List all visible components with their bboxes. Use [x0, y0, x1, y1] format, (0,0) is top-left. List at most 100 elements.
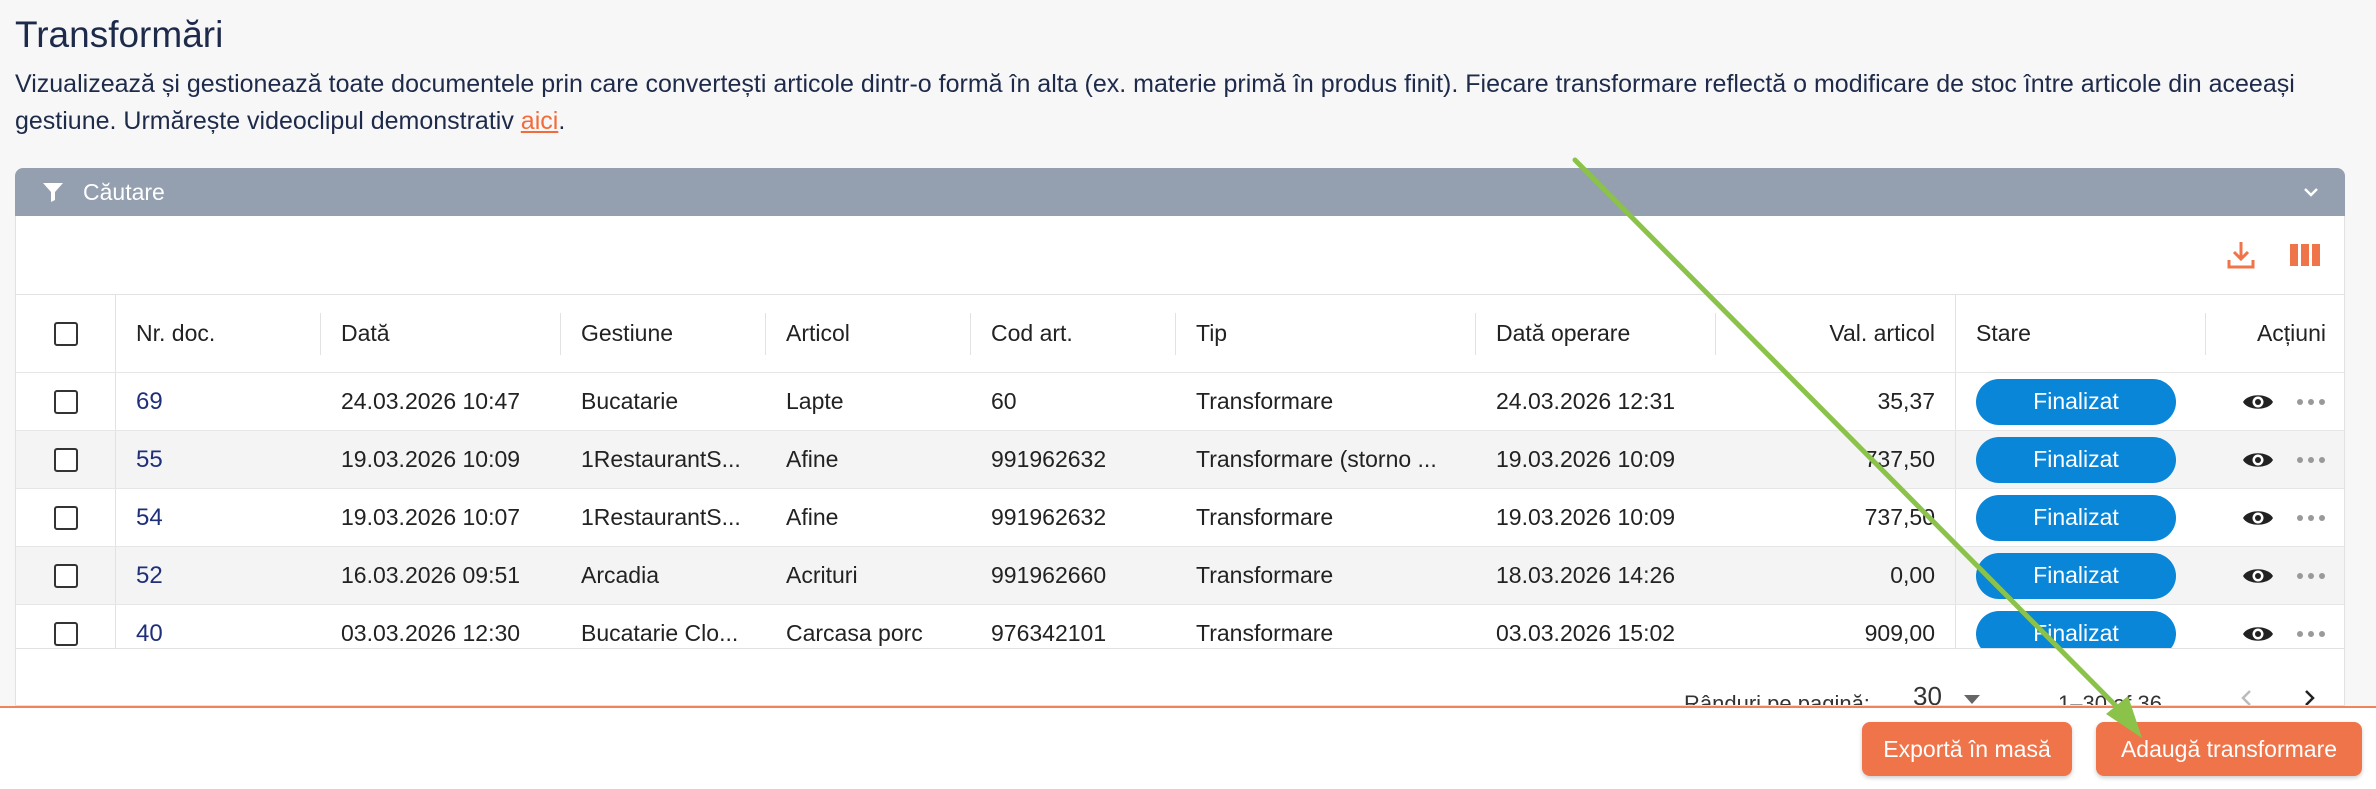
- gestiune-cell: Arcadia: [581, 562, 659, 588]
- column-header-val-articol[interactable]: Val. articol: [1716, 295, 1956, 372]
- column-header-data[interactable]: Dată: [321, 295, 561, 372]
- data-operare-cell: 19.03.2026 10:09: [1496, 504, 1676, 530]
- actions-cell: [2206, 431, 2344, 488]
- footer-action-bar: Exportă în masă Adaugă transformare: [0, 706, 2376, 789]
- description-text: Vizualizează și gestionează toate docume…: [15, 70, 2295, 135]
- data-operare-cell: 18.03.2026 14:26: [1496, 562, 1676, 588]
- table-row[interactable]: 55 19.03.2026 10:09 1RestaurantS... Afin…: [16, 431, 2344, 489]
- dropdown-caret-icon[interactable]: [1964, 695, 1980, 704]
- status-cell: Finalizat: [1956, 547, 2206, 604]
- columns-icon[interactable]: [2288, 238, 2322, 272]
- articol-cell: Acrituri: [786, 562, 858, 588]
- page-title: Transformări: [15, 14, 224, 55]
- eye-icon[interactable]: [2242, 623, 2274, 645]
- select-all-cell: [16, 295, 116, 372]
- page-description: Vizualizează și gestionează toate docume…: [15, 66, 2335, 140]
- eye-icon[interactable]: [2242, 507, 2274, 529]
- more-options-icon[interactable]: [2296, 514, 2326, 522]
- rows-per-page-label: Rânduri pe pagină:: [1684, 691, 1870, 706]
- column-header-cod-art[interactable]: Cod art.: [971, 295, 1176, 372]
- table-row[interactable]: 54 19.03.2026 10:07 1RestaurantS... Afin…: [16, 489, 2344, 547]
- column-header-tip[interactable]: Tip: [1176, 295, 1476, 372]
- articol-cell: Afine: [786, 504, 839, 530]
- table-row[interactable]: 69 24.03.2026 10:47 Bucatarie Lapte 60 T…: [16, 373, 2344, 431]
- select-all-checkbox[interactable]: [53, 321, 78, 346]
- filter-icon: [43, 183, 63, 202]
- doc-number-link[interactable]: 69: [136, 388, 163, 416]
- status-cell: Finalizat: [1956, 373, 2206, 430]
- data-operare-cell: 19.03.2026 10:09: [1496, 446, 1676, 472]
- eye-icon[interactable]: [2242, 565, 2274, 587]
- doc-number-cell: 54: [116, 489, 321, 546]
- tip-cell: Transformare: [1196, 388, 1334, 414]
- doc-number-link[interactable]: 52: [136, 562, 163, 590]
- column-header-nr-doc[interactable]: Nr. doc.: [116, 295, 321, 372]
- tip-cell: Transformare: [1196, 562, 1334, 588]
- table-toolbar: [2224, 238, 2322, 272]
- actions-cell: [2206, 489, 2344, 546]
- add-transformation-button[interactable]: Adaugă transformare: [2096, 722, 2362, 776]
- pagination-range: 1–30 of 36: [2058, 691, 2162, 706]
- row-select-cell: [16, 373, 116, 430]
- cod-cell: 60: [991, 388, 1017, 414]
- column-header-gestiune[interactable]: Gestiune: [561, 295, 766, 372]
- search-filter-bar[interactable]: Căutare: [15, 168, 2345, 216]
- tip-cell: Transformare (storno ...: [1196, 446, 1437, 472]
- bulk-export-button[interactable]: Exportă în masă: [1862, 722, 2072, 776]
- articol-cell: Lapte: [786, 388, 844, 414]
- actions-cell: [2206, 373, 2344, 430]
- table-row[interactable]: 52 16.03.2026 09:51 Arcadia Acrituri 991…: [16, 547, 2344, 605]
- more-options-icon[interactable]: [2296, 630, 2326, 638]
- doc-number-cell: 69: [116, 373, 321, 430]
- more-options-icon[interactable]: [2296, 456, 2326, 464]
- row-checkbox[interactable]: [53, 389, 78, 414]
- table-header-row: Nr. doc. Dată Gestiune Articol Cod art. …: [16, 295, 2344, 373]
- doc-number-link[interactable]: 54: [136, 504, 163, 532]
- chevron-right-icon[interactable]: [2298, 687, 2320, 706]
- more-options-icon[interactable]: [2296, 398, 2326, 406]
- status-cell: Finalizat: [1956, 431, 2206, 488]
- date-cell: 16.03.2026 09:51: [341, 562, 521, 588]
- row-checkbox[interactable]: [53, 505, 78, 530]
- status-cell: Finalizat: [1956, 489, 2206, 546]
- row-select-cell: [16, 547, 116, 604]
- status-badge: Finalizat: [1976, 552, 2176, 599]
- doc-number-cell: 52: [116, 547, 321, 604]
- transformations-table: Nr. doc. Dată Gestiune Articol Cod art. …: [16, 294, 2344, 663]
- doc-number-cell: 55: [116, 431, 321, 488]
- cod-cell: 991962632: [991, 504, 1107, 530]
- column-header-articol[interactable]: Articol: [766, 295, 971, 372]
- transformations-panel: Nr. doc. Dată Gestiune Articol Cod art. …: [15, 216, 2345, 706]
- valoare-cell: 737,50: [1716, 431, 1956, 488]
- column-header-actiuni: Acțiuni: [2256, 320, 2326, 346]
- cod-cell: 991962660: [991, 562, 1107, 588]
- column-header-data-operare[interactable]: Dată operare: [1476, 295, 1716, 372]
- doc-number-link[interactable]: 55: [136, 446, 163, 474]
- row-select-cell: [16, 431, 116, 488]
- valoare-cell: 35,37: [1716, 373, 1956, 430]
- gestiune-cell: 1RestaurantS...: [581, 446, 741, 472]
- eye-icon[interactable]: [2242, 391, 2274, 413]
- row-checkbox[interactable]: [53, 447, 78, 472]
- chevron-down-icon[interactable]: [2301, 182, 2321, 202]
- doc-number-link[interactable]: 40: [136, 620, 163, 648]
- column-header-stare[interactable]: Stare: [1956, 295, 2206, 372]
- row-checkbox[interactable]: [53, 621, 78, 646]
- gestiune-cell: 1RestaurantS...: [581, 504, 741, 530]
- cod-cell: 991962632: [991, 446, 1107, 472]
- chevron-left-icon[interactable]: [2236, 687, 2258, 706]
- data-operare-cell: 24.03.2026 12:31: [1496, 388, 1676, 414]
- description-end: .: [558, 107, 566, 135]
- eye-icon[interactable]: [2242, 449, 2274, 471]
- articol-cell: Afine: [786, 446, 839, 472]
- row-checkbox[interactable]: [53, 563, 78, 588]
- rows-per-page-select[interactable]: 30: [1913, 681, 1942, 705]
- search-label: Căutare: [83, 178, 165, 205]
- date-cell: 19.03.2026 10:09: [341, 446, 521, 472]
- download-icon[interactable]: [2224, 238, 2258, 272]
- tip-cell: Transformare: [1196, 504, 1334, 530]
- demo-video-link[interactable]: aici: [521, 107, 559, 135]
- date-cell: 24.03.2026 10:47: [341, 388, 521, 414]
- more-options-icon[interactable]: [2296, 572, 2326, 580]
- valoare-cell: 737,50: [1716, 489, 1956, 546]
